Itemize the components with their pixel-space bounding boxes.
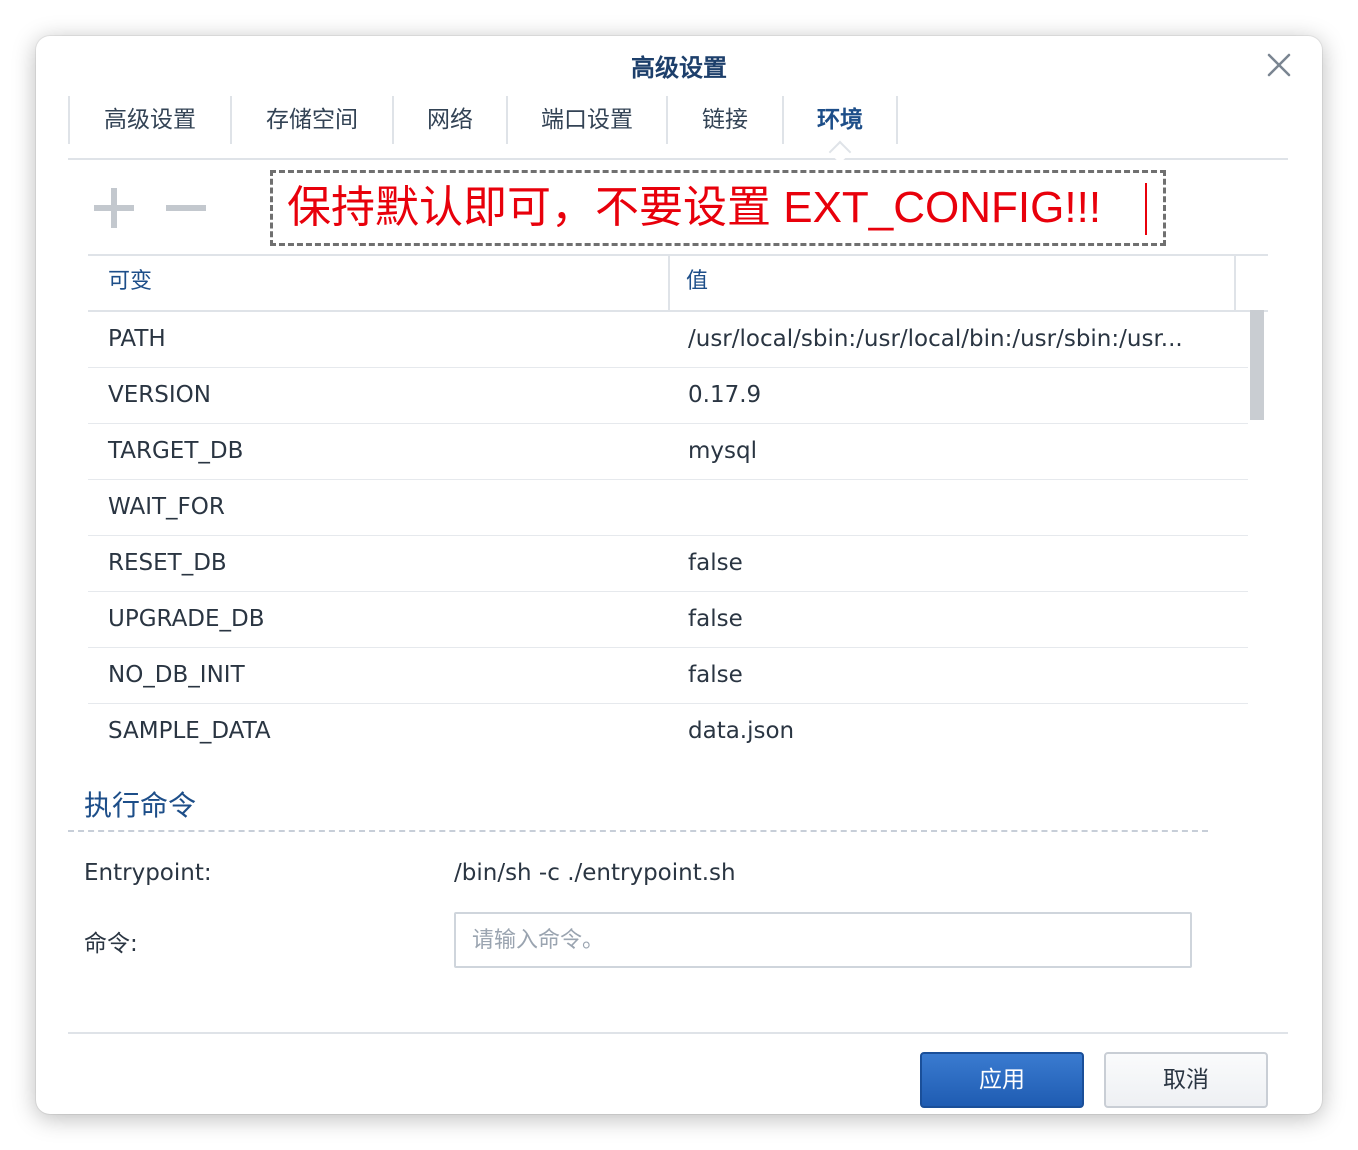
table-row[interactable]: NO_DB_INIT false [88,648,1248,704]
table-row[interactable]: TARGET_DB mysql [88,424,1248,480]
tab-bar: 高级设置 存储空间 网络 端口设置 链接 环境 [68,96,1288,160]
annotation-note: 保持默认即可，不要设置 EXT_CONFIG!!! [270,170,1166,246]
tab-links[interactable]: 链接 [666,96,782,144]
variable-cell: NO_DB_INIT [108,662,245,688]
value-cell: /usr/local/sbin:/usr/local/bin:/usr/sbin… [688,326,1183,352]
column-header-variable[interactable]: 可变 [108,256,152,310]
command-input[interactable] [454,912,1192,968]
entrypoint-value: /bin/sh -c ./entrypoint.sh [454,860,736,886]
table-row[interactable]: VERSION 0.17.9 [88,368,1248,424]
minus-icon[interactable] [164,186,208,230]
footer-divider [68,1032,1288,1034]
value-cell: false [688,662,743,688]
tab-advanced[interactable]: 高级设置 [68,96,230,144]
cancel-button[interactable]: 取消 [1104,1052,1268,1108]
env-table: 可变 值 PATH /usr/local/sbin:/usr/local/bin… [88,254,1268,759]
apply-button[interactable]: 应用 [920,1052,1084,1108]
variable-cell: WAIT_FOR [108,494,225,520]
table-row[interactable]: UPGRADE_DB false [88,592,1248,648]
table-row[interactable]: PATH /usr/local/sbin:/usr/local/bin:/usr… [88,312,1248,368]
value-cell: false [688,550,743,576]
column-header-value[interactable]: 值 [686,256,708,310]
variable-cell: UPGRADE_DB [108,606,265,632]
section-title-exec: 执行命令 [84,789,197,822]
value-cell: mysql [688,438,757,464]
table-row[interactable]: SAMPLE_DATA data.json [88,704,1248,759]
plus-icon[interactable] [92,186,136,230]
column-divider[interactable] [1234,256,1236,310]
variable-cell: TARGET_DB [108,438,244,464]
env-table-body: PATH /usr/local/sbin:/usr/local/bin:/usr… [88,312,1248,759]
text-cursor [1145,183,1147,235]
variable-cell: SAMPLE_DATA [108,718,271,744]
env-table-header: 可变 值 [88,256,1268,312]
dialog-title: 高级设置 [631,54,727,82]
table-row[interactable]: WAIT_FOR [88,480,1248,536]
table-row[interactable]: RESET_DB false [88,536,1248,592]
entrypoint-label: Entrypoint: [84,860,212,886]
command-label: 命令: [84,931,138,957]
value-cell: 0.17.9 [688,382,762,408]
advanced-settings-dialog: 高级设置 高级设置 存储空间 网络 端口设置 链接 环境 保持默认即可，不要设置… [36,36,1322,1114]
variable-cell: VERSION [108,382,211,408]
tab-network[interactable]: 网络 [392,96,506,144]
variable-cell: PATH [108,326,166,352]
scrollbar-thumb[interactable] [1250,310,1264,420]
section-divider [68,830,1208,832]
tab-environment[interactable]: 环境 [782,96,898,144]
value-cell: data.json [688,718,795,744]
annotation-text: 保持默认即可，不要设置 EXT_CONFIG!!! [287,183,1102,232]
variable-cell: RESET_DB [108,550,227,576]
value-cell: false [688,606,743,632]
tab-port-settings[interactable]: 端口设置 [506,96,666,144]
close-icon[interactable] [1264,50,1294,80]
tab-storage[interactable]: 存储空间 [230,96,392,144]
column-divider[interactable] [668,256,670,310]
